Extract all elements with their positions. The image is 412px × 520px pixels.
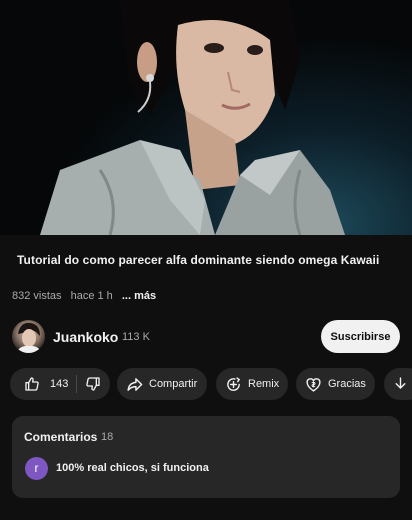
video-meta[interactable]: 832 vistas hace 1 h ... más <box>12 290 162 302</box>
channel-avatar[interactable] <box>12 320 45 353</box>
share-icon <box>126 376 143 393</box>
thumbs-down-icon <box>85 376 101 392</box>
subscribe-button[interactable]: Suscribirse <box>321 320 400 353</box>
more-link[interactable]: ... más <box>122 290 156 302</box>
download-icon <box>392 376 409 393</box>
share-label: Compartir <box>149 378 198 390</box>
thanks-button[interactable]: Gracias <box>296 368 375 400</box>
download-button[interactable] <box>384 368 412 400</box>
like-divider <box>76 375 78 393</box>
comments-count: 18 <box>101 431 114 443</box>
thanks-icon <box>305 376 322 393</box>
commenter-avatar: r <box>25 457 48 480</box>
top-comment-text: 100% real chicos, si funciona <box>56 462 209 474</box>
comments-section[interactable]: Comentarios 18 r 100% real chicos, si fu… <box>12 416 400 498</box>
dislike-button[interactable] <box>85 376 101 392</box>
channel-row: Juankoko 113 K Suscribirse <box>12 320 402 356</box>
subscriber-count: 113 K <box>122 331 150 343</box>
video-player[interactable] <box>0 0 412 235</box>
video-title[interactable]: Tutorial do como parecer alfa dominante … <box>17 252 402 268</box>
share-button[interactable]: Compartir <box>117 368 207 400</box>
upload-time: hace 1 h <box>70 290 113 302</box>
channel-name[interactable]: Juankoko <box>53 329 118 345</box>
like-count: 143 <box>50 378 69 390</box>
action-bar: 143 Compartir Remix Gracias <box>10 368 412 400</box>
view-count: 832 vistas <box>12 290 62 302</box>
remix-label: Remix <box>248 378 280 390</box>
remix-icon <box>225 376 242 393</box>
like-dislike-pill: 143 <box>10 368 110 400</box>
thanks-label: Gracias <box>328 378 366 390</box>
video-frame <box>40 0 345 235</box>
like-button[interactable]: 143 <box>10 376 68 392</box>
remix-button[interactable]: Remix <box>216 368 288 400</box>
comments-title: Comentarios <box>24 430 98 444</box>
thumbs-up-icon <box>24 376 40 392</box>
